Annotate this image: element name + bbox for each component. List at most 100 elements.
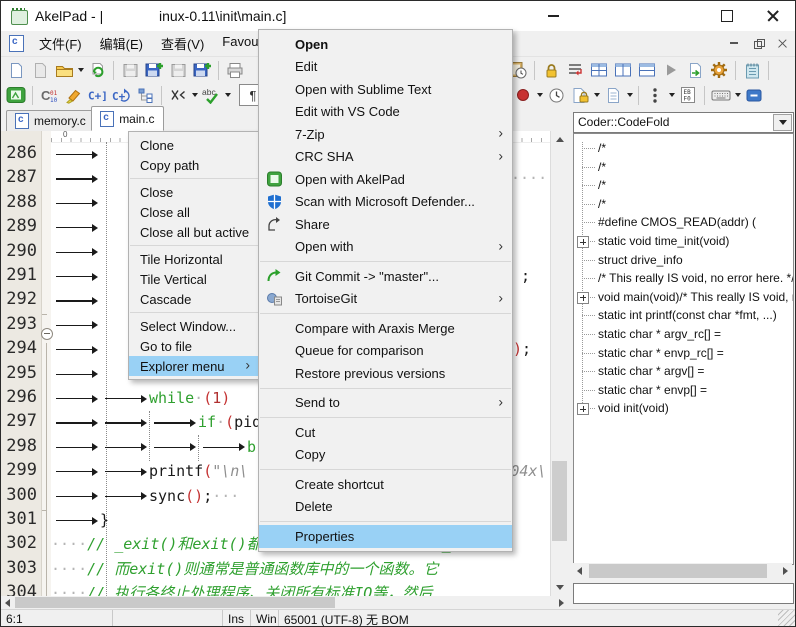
close-button[interactable] [757,1,789,31]
mdi-restore-button[interactable] [749,35,767,51]
menu-item-crc-sha[interactable]: CRC SHA› [259,146,512,169]
mdi-close-button[interactable] [773,35,791,51]
menu-item-close[interactable]: Close [129,182,259,202]
menu-item-go-to-file[interactable]: Go to file [129,336,259,356]
menu-item-copy-path[interactable]: Copy path [129,155,259,175]
menu-item-delete[interactable]: Delete [259,496,512,519]
menu-item-tile-horizontal[interactable]: Tile Horizontal [129,249,259,269]
menu-f[interactable]: 文件(F) [30,31,91,56]
cpp-add-icon[interactable]: C+] [85,84,109,107]
tree-item[interactable]: static char * envp[] = [574,381,793,400]
play-icon[interactable] [659,59,683,82]
panel-splitter[interactable] [568,108,572,609]
clock-icon[interactable] [544,84,568,107]
tree-item[interactable]: static int printf(const char *fmt, ...) [574,306,793,325]
expand-plus-icon[interactable] [577,236,589,248]
menu-item-cut[interactable]: Cut [259,421,512,444]
notepad-icon[interactable] [740,59,764,82]
blue-min-icon[interactable] [742,84,766,107]
editor-horizontal-scrollbar[interactable] [1,596,568,609]
menu-item-open[interactable]: Open [259,33,512,56]
scroll-left-icon[interactable] [1,596,14,609]
chevron-down-icon[interactable] [773,114,792,131]
menu-item-create-shortcut[interactable]: Create shortcut [259,473,512,496]
keyboard-icon[interactable] [709,84,733,107]
menu-item-edit-with-vs-code[interactable]: Edit with VS Code [259,101,512,124]
tab-memory-c[interactable]: cmemory.c [6,110,95,131]
collapse-icon[interactable] [166,84,190,107]
expand-plus-icon[interactable] [577,403,589,415]
tree-item[interactable]: #define CMOS_READ(addr) ( [574,213,793,232]
menu-item-clone[interactable]: Clone [129,135,259,155]
akelpad-icon[interactable] [4,84,28,107]
menu-item-close-all-but-active[interactable]: Close all but active [129,222,259,242]
menu-item-edit[interactable]: Edit [259,56,512,79]
tree-item[interactable]: void init(void) [574,399,793,418]
codefold-tree[interactable]: /*/*/*/*#define CMOS_READ(addr) (static … [573,133,794,565]
tree-item[interactable]: void main(void)/* This really IS void, n… [574,288,793,307]
menu-item-send-to[interactable]: Send to› [259,392,512,415]
scrollbar-thumb[interactable] [552,461,567,541]
scroll-down-icon[interactable] [551,579,568,596]
tree-item[interactable]: /* [574,195,793,214]
menu-item-tortoisegit[interactable]: TortoiseGit› [259,288,512,311]
tab-main-c[interactable]: cmain.c [91,106,163,131]
menu-item-restore-previous-versions[interactable]: Restore previous versions [259,362,512,385]
print-icon[interactable] [223,59,247,82]
menu-item-share[interactable]: Share [259,213,512,236]
file-lock-icon[interactable] [568,84,592,107]
menu-item-cascade[interactable]: Cascade [129,289,259,309]
new-doc-dis-icon[interactable] [28,59,52,82]
reload-icon[interactable] [85,59,109,82]
menu-item-git-commit-master[interactable]: Git Commit -> "master"... [259,265,512,288]
spell-icon[interactable]: abc [199,84,223,107]
coder-icon[interactable]: C0110 [37,84,61,107]
dropdown-arrow-icon[interactable] [592,84,601,107]
menu-item-select-window[interactable]: Select Window... [129,316,259,336]
scrollbar-thumb[interactable] [15,597,335,608]
minimize-button[interactable] [537,1,569,31]
file-plain-icon[interactable] [601,84,625,107]
menu-item-open-with-akelpad[interactable]: Open with AkelPad [259,168,512,191]
codefold-search-input[interactable] [573,583,794,604]
menu-item-close-all[interactable]: Close all [129,202,259,222]
menu-item-7-zip[interactable]: 7-Zip› [259,123,512,146]
tree-item[interactable]: struct drive_info [574,251,793,270]
menu-item-properties[interactable]: Properties [259,525,512,548]
nodes-icon[interactable] [133,84,157,107]
gear-icon[interactable] [707,59,731,82]
tree-item[interactable]: /* [574,139,793,158]
tree-item[interactable]: static void time_init(void) [574,232,793,251]
scroll-right-icon[interactable] [555,596,568,609]
vdots-icon[interactable] [643,84,667,107]
maximize-button[interactable] [711,1,743,31]
tree-item[interactable]: static char * argv_rc[] = [574,325,793,344]
menu-v[interactable]: 查看(V) [152,31,213,56]
menu-item-scan-with-microsoft-defender[interactable]: Scan with Microsoft Defender... [259,191,512,214]
scroll-up-icon[interactable] [551,131,568,148]
resize-grip-icon[interactable] [778,610,795,627]
new-doc-icon[interactable] [4,59,28,82]
doc-go-icon[interactable] [683,59,707,82]
save-dis-icon[interactable] [166,59,190,82]
wrap-icon[interactable] [563,59,587,82]
dropdown-arrow-icon[interactable] [76,59,85,82]
tree-item[interactable]: static char * envp_rc[] = [574,344,793,363]
menu-item-copy[interactable]: Copy [259,444,512,467]
dropdown-arrow-icon[interactable] [223,84,232,107]
menu-item-explorer-menu[interactable]: Explorer menu› [129,356,259,376]
mdi-minimize-button[interactable] [725,35,743,51]
dropdown-arrow-icon[interactable] [535,84,544,107]
tile2v-icon[interactable] [611,59,635,82]
scroll-left-icon[interactable] [573,564,586,577]
tile4-icon[interactable] [587,59,611,82]
tile2h-icon[interactable] [635,59,659,82]
dropdown-arrow-icon[interactable] [667,84,676,107]
title-bar[interactable]: AkelPad - | inux-0.11\init\main.c] [1,1,795,31]
tree-item[interactable]: /* This really IS void, no error here. *… [574,269,793,288]
tree-item[interactable]: /* [574,158,793,177]
scroll-right-icon[interactable] [779,564,792,577]
codefold-plugin-combo[interactable]: Coder::CodeFold [573,112,794,133]
dropdown-arrow-icon[interactable] [733,84,742,107]
menu-item-queue-for-comparison[interactable]: Queue for comparison [259,340,512,363]
